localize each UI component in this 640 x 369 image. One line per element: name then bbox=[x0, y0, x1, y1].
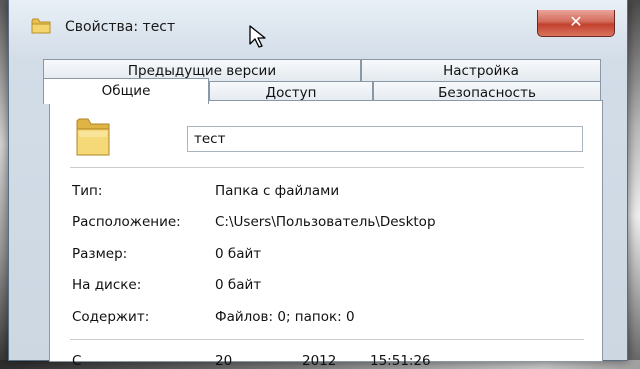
separator bbox=[70, 339, 584, 340]
close-icon: ✕ bbox=[569, 12, 583, 31]
created-day: 20 bbox=[215, 353, 233, 369]
close-button[interactable]: ✕ bbox=[537, 10, 615, 37]
size-on-disk-value: 0 байт bbox=[215, 277, 262, 293]
folder-name-input[interactable]: тест bbox=[187, 126, 583, 152]
size-label: Размер: bbox=[72, 246, 128, 262]
tab-customize[interactable]: Настройка bbox=[361, 59, 601, 81]
size-on-disk-label: На диске: bbox=[72, 277, 142, 293]
properties-dialog: Свойства: тест ✕ Предыдущие версии Настр… bbox=[8, 0, 628, 369]
separator bbox=[70, 167, 584, 168]
created-year: 2012 bbox=[302, 353, 337, 369]
contains-label: Содержит: bbox=[72, 309, 150, 325]
location-value: C:\Users\Пользователь\Desktop bbox=[215, 214, 436, 230]
general-tab-panel: тест Тип: Папка с файлами Расположение: … bbox=[49, 100, 603, 369]
created-label: С bbox=[72, 353, 82, 369]
window-title: Свойства: тест bbox=[65, 19, 176, 35]
title-bar[interactable]: Свойства: тест ✕ bbox=[9, 0, 627, 52]
folder-icon bbox=[31, 18, 51, 34]
size-value: 0 байт bbox=[215, 246, 262, 262]
mouse-cursor-icon bbox=[248, 24, 270, 50]
location-label: Расположение: bbox=[72, 214, 181, 230]
created-time: 15:51:26 bbox=[370, 353, 431, 369]
tab-general[interactable]: Общие bbox=[43, 78, 209, 104]
type-label: Тип: bbox=[72, 183, 103, 199]
contains-value: Файлов: 0; папок: 0 bbox=[215, 309, 355, 325]
type-value: Папка с файлами bbox=[215, 183, 340, 199]
folder-icon bbox=[74, 115, 112, 157]
